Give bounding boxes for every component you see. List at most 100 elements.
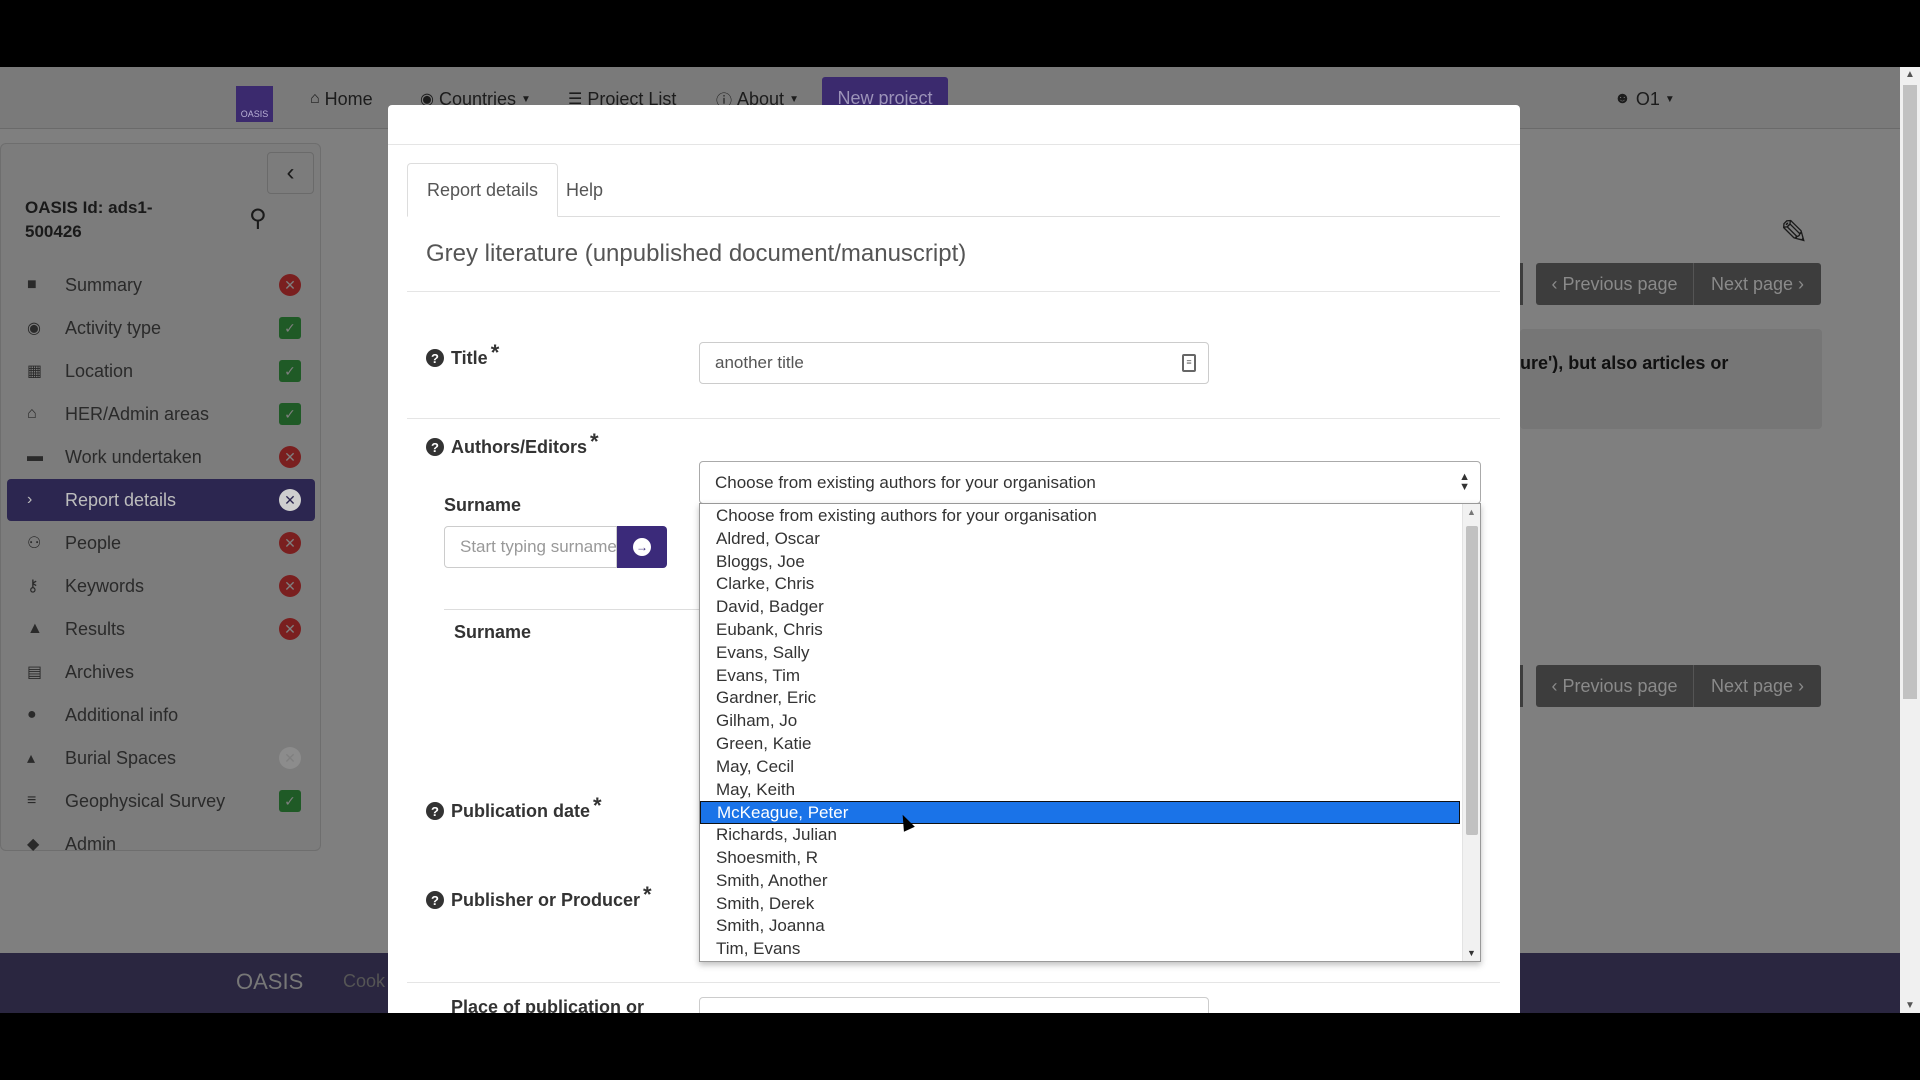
cross-icon: ✕ [279,618,301,640]
place-input[interactable] [699,997,1209,1013]
author-option[interactable]: Gardner, Eric [700,687,1480,710]
author-option[interactable]: Shoesmith, R [700,847,1480,870]
title-input[interactable]: another title ≡ [699,342,1209,384]
previous-page-label: Previous page [1562,273,1678,294]
check-icon: ✓ [279,360,301,382]
sidebar-item[interactable]: ● Additional info [7,694,315,736]
table-header-surname: Surname [444,609,704,655]
author-option[interactable]: Smith, Joanna [700,915,1480,938]
author-option[interactable]: David, Badger [700,596,1480,619]
sidebar-item[interactable]: ■ Summary ✕ [7,264,315,306]
page-scrollbar-thumb[interactable] [1903,85,1917,699]
author-option[interactable]: Smith, Another [700,870,1480,893]
publisher-label-text: Publisher or Producer [451,890,641,910]
check-icon: ✓ [279,403,301,425]
oasis-logo[interactable]: OASIS [236,86,273,122]
edit-icon[interactable]: ✎ [1780,213,1809,253]
sidebar-item[interactable]: ≡ Geophysical Survey ✓ [7,780,315,822]
globe-icon: ◉ [27,320,41,337]
sidebar-item-label: HER/Admin areas [65,403,210,424]
author-option[interactable]: Tim, Evans [700,938,1480,961]
cross-icon: ✕ [279,274,301,296]
arrow-right-circle-icon: → [633,538,651,556]
tab-help[interactable]: Help [547,163,622,217]
scroll-down-icon[interactable]: ▼ [1905,1000,1915,1011]
sidebar-item-label: Activity type [65,317,162,338]
sidebar-item[interactable]: ▤ Archives [7,651,315,693]
sidebar-item-label: People [65,532,122,553]
author-option[interactable]: Eubank, Chris [700,619,1480,642]
dropdown-scrollbar[interactable]: ▲ ▼ [1462,504,1480,961]
scroll-down-icon[interactable]: ▼ [1467,948,1476,958]
author-option[interactable]: May, Keith [700,779,1480,802]
author-option[interactable]: Bloggs, Joe [700,551,1480,574]
help-icon[interactable]: ? [426,802,444,820]
scroll-up-icon[interactable]: ▲ [1467,507,1476,517]
tags-icon: ◆ [27,836,40,853]
info-icon: ● [27,706,37,723]
sidebar-item[interactable]: ▦ Location ✓ [7,350,315,392]
user-menu[interactable]: ☻ O1 ▼ [1614,87,1675,111]
author-option[interactable]: Smith, Derek [700,893,1480,916]
sidebar-item[interactable]: ⌂ HER/Admin areas ✓ [7,393,315,435]
author-option[interactable]: Evans, Tim [700,665,1480,688]
nav-home[interactable]: ⌂ Home [310,87,373,111]
author-option[interactable]: Gilham, Jo [700,710,1480,733]
sidebar-item[interactable]: ⚷ Keywords ✕ [7,565,315,607]
title-label-text: Title [451,348,488,368]
home-icon: ⌂ [310,90,320,107]
author-option[interactable]: Evans, Sally [700,642,1480,665]
help-icon[interactable]: ? [426,891,444,909]
users-icon: ⚇ [27,535,42,552]
award-icon: ⚲ [249,205,267,232]
author-option[interactable]: Clarke, Chris [700,573,1480,596]
sidebar-item[interactable]: ⚇ People ✕ [7,522,315,564]
author-option[interactable]: May, Cecil [700,756,1480,779]
author-option[interactable]: Aldred, Oscar [700,528,1480,551]
sidebar-item[interactable]: ▲ Results ✕ [7,608,315,650]
page-scrollbar[interactable]: ▲ ▼ [1900,67,1920,1013]
sidebar-item[interactable]: ◉ Activity type ✓ [7,307,315,349]
previous-page-button[interactable]: ‹ Previous page [1536,263,1694,305]
authors-select[interactable]: Choose from existing authors for your or… [699,461,1481,504]
title-label: ? Title * [426,340,499,369]
help-icon[interactable]: ? [426,349,444,367]
dropdown-scrollbar-thumb[interactable] [1466,526,1478,835]
surname-search-button[interactable]: → [617,526,667,568]
next-page-button[interactable]: Next page › [1694,263,1821,305]
info-text: ure'), but also articles or [1520,353,1729,373]
tab-report-details[interactable]: Report details [407,163,559,217]
sidebar-item[interactable]: ▬ Work undertaken ✕ [7,436,315,478]
cross-icon: ✕ [279,575,301,597]
collapse-sidebar-button[interactable]: ‹ [267,152,314,194]
surname-label: Surname [444,495,522,515]
sidebar-item-label: Geophysical Survey [65,790,226,811]
authors-label: ? Authors/Editors * [426,429,599,458]
caret-down-icon: ▼ [1664,93,1675,105]
footer-cookies-link[interactable]: Cook [343,971,385,992]
select-arrows-icon: ▲ ▼ [1459,471,1470,493]
sidebar-item[interactable]: ◆ Admin [7,823,315,865]
briefcase-icon: ▬ [27,448,43,465]
caret-down-icon: ▼ [521,93,531,105]
pager-bottom: ‹ Previous page Next page › [1536,665,1821,707]
required-mark: * [490,340,500,365]
cross-icon: ✕ [279,532,301,554]
previous-page-button[interactable]: ‹ Previous page [1536,665,1694,707]
sidebar-item-label: Keywords [65,575,145,596]
sidebar-item[interactable]: › Report details ✕ [7,479,315,521]
publisher-label: ? Publisher or Producer * [426,882,652,911]
author-option[interactable]: Richards, Julian [700,824,1480,847]
surname-search-input[interactable]: Start typing surname [444,526,617,568]
next-page-button[interactable]: Next page › [1694,665,1821,707]
file-icon: ■ [27,276,37,293]
help-icon[interactable]: ? [426,438,444,456]
author-option[interactable]: Choose from existing authors for your or… [700,505,1480,528]
sidebar-item-label: Report details [65,489,177,510]
screen: OASIS ⌂ Home ◉ Countries ▼ ☰ Project Lis… [0,0,1920,1080]
sidebar-item[interactable]: ▴ Burial Spaces ✕ [7,737,315,779]
author-option[interactable]: Green, Katie [700,733,1480,756]
author-option[interactable]: McKeague, Peter [700,801,1460,825]
scroll-up-icon[interactable]: ▲ [1905,69,1915,80]
cross-icon: ✕ [279,446,301,468]
